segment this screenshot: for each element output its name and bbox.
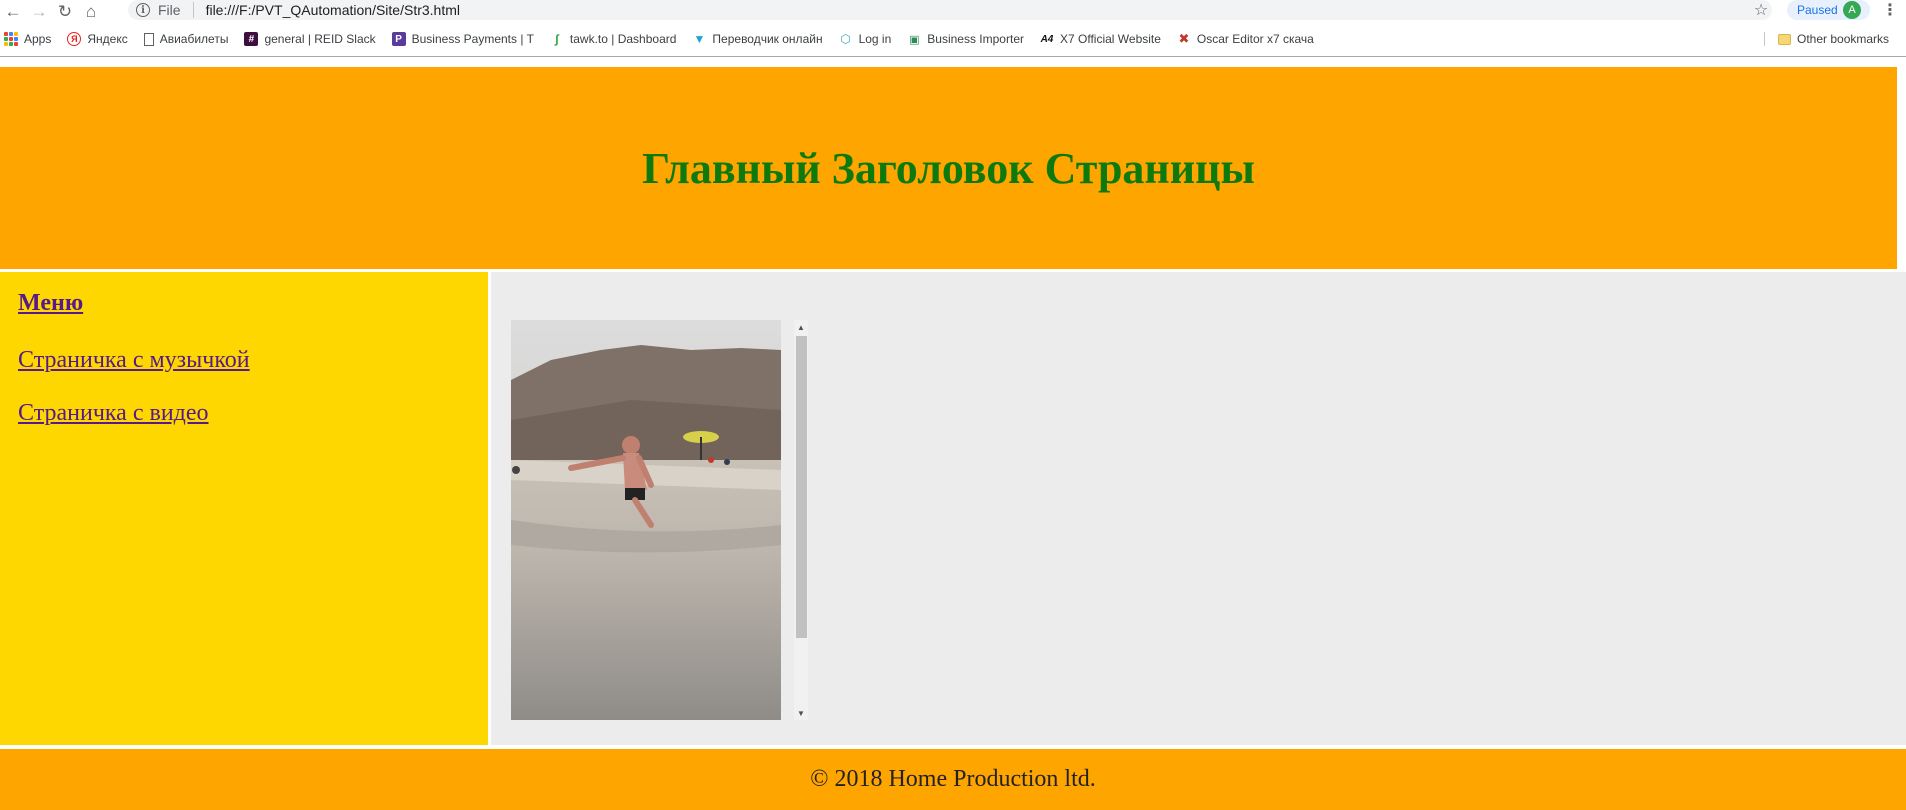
back-arrow-icon[interactable]: ← [0, 0, 26, 22]
tawk-icon: ∫ [555, 32, 559, 46]
page-title: Главный Заголовок Страницы [642, 143, 1255, 193]
bookmarks-bar: Apps Я Яндекс Авиабилеты # general | REI… [0, 26, 1906, 52]
bookmark-label: Apps [24, 32, 52, 46]
profile-button[interactable]: Paused A [1787, 0, 1870, 20]
yandex-icon: Я [67, 32, 82, 46]
bookmark-label: general | REID Slack [264, 32, 376, 46]
site-info-icon[interactable]: i [136, 3, 150, 17]
folder-icon [1778, 33, 1791, 45]
bookmark-label: X7 Official Website [1059, 32, 1161, 46]
bookmark-business-importer[interactable]: ▣ Business Importer [907, 32, 1024, 46]
x7-icon: A4 [1040, 33, 1054, 45]
menu-item-video[interactable]: Страничка с видео [18, 400, 470, 427]
scroll-thumb[interactable] [796, 336, 807, 638]
bookmark-label: tawk.to | Dashboard [569, 32, 677, 46]
bookmark-label: Авиабилеты [159, 32, 229, 46]
bookmark-slack[interactable]: # general | REID Slack [244, 32, 376, 46]
bookmarks-separator [1764, 32, 1765, 46]
bookmark-x7[interactable]: A4 X7 Official Website [1040, 32, 1161, 46]
other-bookmarks[interactable]: Other bookmarks [1778, 26, 1889, 52]
bookmark-yandex[interactable]: Я Яндекс [67, 32, 128, 46]
bookmark-star-icon[interactable]: ☆ [1750, 0, 1772, 20]
bookmark-label: Яндекс [87, 32, 128, 46]
oscar-icon: ✖ [1178, 31, 1190, 46]
bookmark-label: Oscar Editor x7 скача [1196, 32, 1314, 46]
slack-icon: # [244, 32, 259, 46]
scroll-down-arrow-icon[interactable]: ▼ [794, 706, 808, 720]
bookmark-oscar[interactable]: ✖ Oscar Editor x7 скача [1177, 31, 1314, 46]
bookmark-label: Business Payments | T [411, 32, 534, 46]
main-content: ▲ ▼ [491, 272, 1906, 745]
bookmark-tawk[interactable]: ∫ tawk.to | Dashboard [550, 32, 677, 46]
sidebar-menu: Меню Страничка с музычкой Страничка с ви… [0, 272, 488, 745]
address-bar[interactable]: i File file:///F:/PVT_QAutomation/Site/S… [128, 0, 1772, 20]
home-icon[interactable]: ⌂ [78, 0, 104, 22]
url-text[interactable]: file:///F:/PVT_QAutomation/Site/Str3.htm… [206, 2, 460, 18]
copyright-text: © 2018 Home Production ltd. [810, 766, 1096, 792]
forward-arrow-icon[interactable]: → [26, 0, 52, 22]
beach-video-image [511, 320, 781, 720]
url-scheme: File [158, 2, 181, 18]
login-icon: ⬡ [840, 32, 851, 46]
profile-status: Paused [1797, 3, 1838, 17]
payments-icon: P [391, 32, 406, 46]
browser-menu-icon[interactable]: ⋮ [1880, 0, 1900, 20]
chrome-divider [0, 56, 1906, 57]
bookmark-business-payments[interactable]: P Business Payments | T [391, 32, 534, 46]
importer-icon: ▣ [909, 33, 920, 46]
video-scrollbar[interactable]: ▲ ▼ [794, 320, 808, 720]
bookmark-aviabilety[interactable]: Авиабилеты [143, 32, 229, 46]
url-separator [192, 2, 194, 18]
bookmark-apps[interactable]: Apps [4, 32, 51, 46]
bookmark-label: Переводчик онлайн [712, 32, 823, 46]
bookmark-translator[interactable]: ▼ Переводчик онлайн [692, 32, 822, 46]
scroll-up-arrow-icon[interactable]: ▲ [794, 320, 808, 334]
page-icon [143, 32, 154, 46]
menu-title-link[interactable]: Меню [18, 290, 470, 317]
translator-icon: ▼ [693, 32, 706, 46]
bookmark-login[interactable]: ⬡ Log in [839, 32, 892, 46]
apps-grid-icon [4, 32, 18, 46]
page-header: Главный Заголовок Страницы [0, 67, 1897, 269]
avatar: A [1843, 1, 1861, 19]
menu-item-music[interactable]: Страничка с музычкой [18, 347, 470, 374]
bookmark-label: Business Importer [927, 32, 1024, 46]
reload-icon[interactable]: ↻ [52, 0, 78, 22]
video-frame[interactable] [511, 320, 781, 720]
other-bookmarks-label: Other bookmarks [1797, 32, 1890, 46]
bookmark-label: Log in [858, 32, 892, 46]
page-footer: © 2018 Home Production ltd. [0, 749, 1906, 810]
